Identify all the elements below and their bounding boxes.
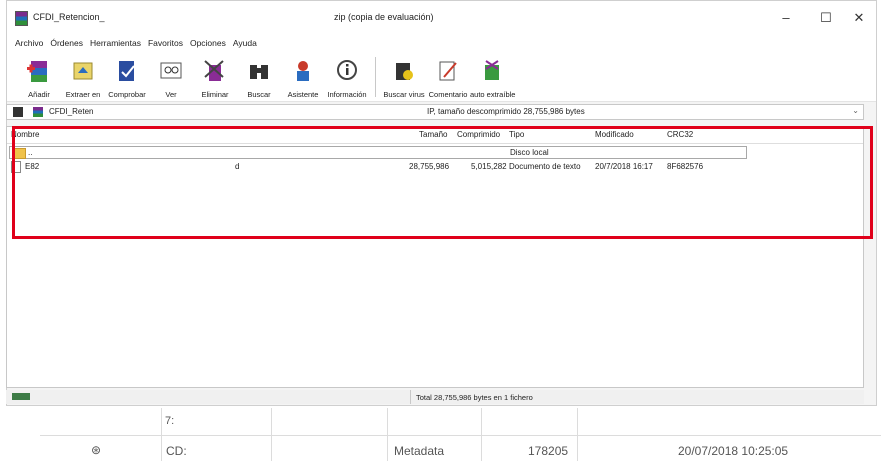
wizard-icon: [297, 61, 309, 81]
background-table: 7: ⊛ CD: Metadata 178205 20/07/2018 10:2…: [0, 408, 881, 461]
sfx-button[interactable]: auto extraíble: [470, 55, 516, 101]
file-row[interactable]: E82 d 28,755,986 5,015,282 Documento de …: [7, 159, 863, 173]
chevron-down-icon[interactable]: ⌄: [852, 106, 859, 115]
status-total: Total 28,755,986 bytes en 1 fichero: [416, 393, 533, 402]
column-packed[interactable]: Comprimido: [457, 130, 500, 139]
file-name: E82: [25, 162, 40, 171]
maximize-button[interactable]: ☐: [810, 7, 842, 29]
wizard-label: Asistente: [287, 90, 319, 99]
menu-bar: Archivo Órdenes Herramientas Favoritos O…: [7, 35, 876, 51]
bg-row-type: Metadata: [394, 444, 445, 458]
delete-icon: [204, 60, 224, 81]
find-button[interactable]: Buscar: [237, 55, 281, 101]
status-bar: Total 28,755,986 bytes en 1 fichero: [6, 390, 864, 404]
file-name-suffix: d: [235, 162, 240, 171]
archive-icon: [33, 107, 43, 117]
info-button[interactable]: Información: [325, 55, 369, 101]
comment-button[interactable]: Comentario: [426, 55, 470, 101]
virus-scan-button[interactable]: Buscar virus: [382, 55, 426, 101]
up-folder-icon[interactable]: [13, 107, 23, 117]
delete-label: Eliminar: [201, 90, 229, 99]
comment-icon: [439, 61, 457, 81]
extract-button[interactable]: Extraer en: [61, 55, 105, 101]
file-list: Nombre Tamaño Comprimido Tipo Modificado…: [6, 126, 864, 388]
test-button[interactable]: Comprobar: [105, 55, 149, 101]
toolbar-separator: [375, 57, 376, 97]
menu-opciones[interactable]: Opciones: [190, 38, 226, 48]
extract-label: Extraer en: [65, 90, 101, 99]
info-label: Información: [327, 90, 367, 99]
virus-scan-icon: [396, 63, 413, 80]
test-icon: [119, 61, 135, 81]
toolbar: Añadir Extraer en Comprobar Ver Eliminar…: [7, 51, 876, 102]
bg-row-date: 20/07/2018 10:25:05: [678, 444, 789, 458]
wizard-button[interactable]: Asistente: [281, 55, 325, 101]
column-name[interactable]: Nombre: [11, 130, 39, 139]
virus-scan-label: Buscar virus: [383, 90, 425, 99]
file-type: Documento de texto: [509, 162, 581, 171]
file-list-header: Nombre Tamaño Comprimido Tipo Modificado…: [7, 127, 863, 144]
add-button[interactable]: Añadir: [17, 55, 61, 101]
bg-row-divider: [40, 435, 881, 436]
column-type[interactable]: Tipo: [509, 130, 524, 139]
column-modified[interactable]: Modificado: [595, 130, 634, 139]
text-file-icon: [11, 161, 21, 173]
address-bar[interactable]: CFDI_Reten IP, tamaño descomprimido 28,7…: [6, 104, 864, 120]
window-title: CFDI_Retencion_: [33, 12, 105, 22]
menu-ayuda[interactable]: Ayuda: [233, 38, 257, 48]
extract-icon: [73, 62, 93, 80]
menu-favoritos[interactable]: Favoritos: [148, 38, 183, 48]
file-packed: 5,015,282: [471, 162, 507, 171]
bg-partial-text: 7:: [165, 415, 175, 427]
status-divider: [410, 390, 411, 404]
metadata-icon: ⊛: [91, 443, 102, 457]
bg-row-id: CD:: [166, 444, 187, 458]
menu-herramientas[interactable]: Herramientas: [90, 38, 141, 48]
sfx-label: auto extraíble: [470, 90, 516, 99]
drive-key-icon: [12, 393, 30, 400]
menu-ordenes[interactable]: Órdenes: [50, 38, 83, 48]
add-archive-icon: [27, 61, 47, 82]
close-button[interactable]: ✕: [843, 7, 875, 29]
folder-icon: [14, 148, 26, 159]
add-label: Añadir: [28, 90, 50, 99]
find-label: Buscar: [247, 90, 271, 99]
test-label: Comprobar: [108, 90, 146, 99]
find-icon: [250, 65, 268, 79]
column-size[interactable]: Tamaño: [419, 130, 447, 139]
info-icon: [337, 60, 357, 80]
parent-folder-row[interactable]: .. Disco local: [9, 146, 747, 159]
sfx-icon: [485, 60, 499, 80]
minimize-button[interactable]: –: [770, 7, 802, 29]
menu-archivo[interactable]: Archivo: [15, 38, 43, 48]
parent-name: ..: [28, 148, 33, 157]
bg-row-size: 178205: [528, 444, 569, 458]
view-button[interactable]: Ver: [149, 55, 193, 101]
file-size: 28,755,986: [409, 162, 450, 171]
winrar-icon: [15, 11, 28, 26]
column-crc[interactable]: CRC32: [667, 130, 693, 139]
archive-path: CFDI_Reten: [49, 107, 94, 116]
archive-size-info: IP, tamaño descomprimido 28,755,986 byte…: [427, 107, 585, 116]
view-label: Ver: [165, 90, 177, 99]
delete-button[interactable]: Eliminar: [193, 55, 237, 101]
parent-type: Disco local: [510, 148, 549, 157]
file-modified: 20/7/2018 16:17: [595, 162, 653, 171]
file-crc: 8F682576: [667, 162, 704, 171]
title-bar: CFDI_Retencion_ zip (copia de evaluación…: [7, 1, 876, 35]
view-icon: [160, 62, 182, 79]
comment-label: Comentario: [428, 90, 468, 99]
window-title-suffix: zip (copia de evaluación): [334, 12, 434, 22]
